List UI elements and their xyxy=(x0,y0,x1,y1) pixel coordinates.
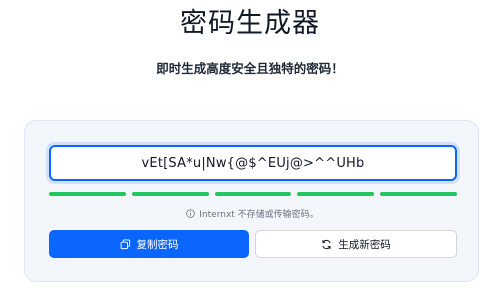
strength-segment-5 xyxy=(380,192,457,196)
copy-password-button[interactable]: 复制密码 xyxy=(49,230,249,258)
strength-meter xyxy=(49,192,457,196)
page-title: 密码生成器 xyxy=(180,8,320,39)
strength-segment-2 xyxy=(131,192,209,196)
strength-segment-4 xyxy=(297,192,375,196)
copy-icon xyxy=(120,238,131,250)
password-generator-page: 密码生成器 即时生成高度安全且独特的密码！ vEt[SA*u|Nw{@$^EUj… xyxy=(0,0,500,294)
refresh-icon xyxy=(321,239,332,250)
strength-segment-3 xyxy=(214,192,292,196)
generate-password-label: 生成新密码 xyxy=(338,238,391,251)
page-subtitle: 即时生成高度安全且独特的密码！ xyxy=(156,61,344,76)
info-icon xyxy=(186,209,196,218)
copy-password-label: 复制密码 xyxy=(136,238,179,251)
password-text[interactable]: vEt[SA*u|Nw{@$^EUj@>^^UHb xyxy=(142,156,365,171)
generate-password-button[interactable]: 生成新密码 xyxy=(255,230,457,258)
generator-card: vEt[SA*u|Nw{@$^EUj@>^^UHb Internxt 不存储或传… xyxy=(24,120,479,282)
strength-segment-1 xyxy=(49,192,126,196)
privacy-note-text: Internxt 不存储或传输密码。 xyxy=(199,210,319,220)
privacy-note: Internxt 不存储或传输密码。 xyxy=(25,207,480,220)
password-output[interactable]: vEt[SA*u|Nw{@$^EUj@>^^UHb xyxy=(49,145,457,181)
